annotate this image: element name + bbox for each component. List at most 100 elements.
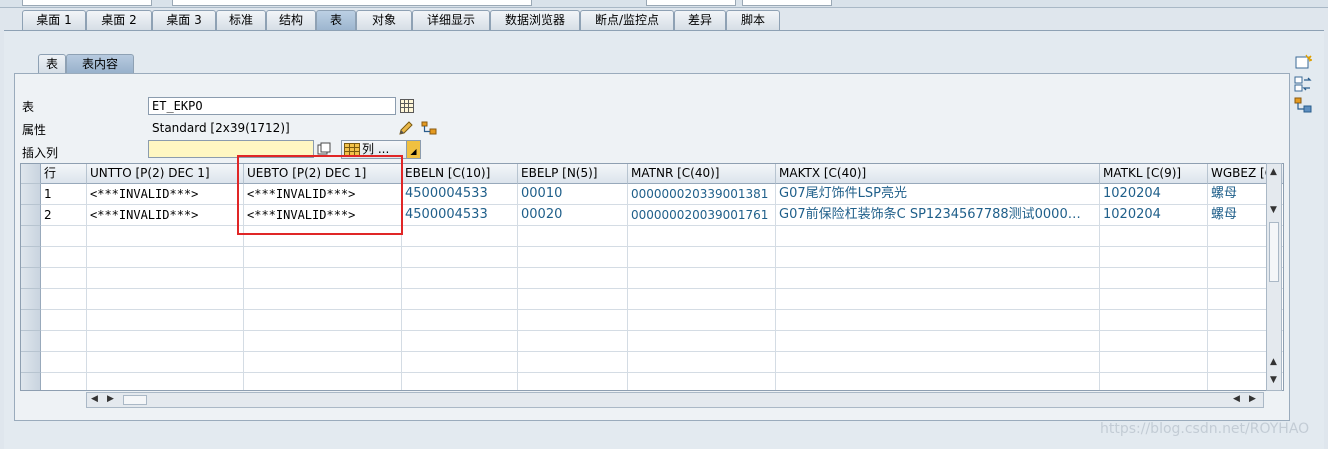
column-header[interactable]: EBELN [C(10)] [402, 164, 518, 184]
table-cell[interactable] [1100, 289, 1208, 310]
table-cell[interactable]: 4500004533 [402, 205, 518, 226]
table-cell[interactable] [244, 310, 402, 331]
table-cell[interactable] [518, 247, 628, 268]
table-cell[interactable] [776, 268, 1100, 289]
table-cell[interactable] [244, 247, 402, 268]
table-cell[interactable] [628, 268, 776, 289]
table-cell[interactable]: 000000020339001381 [628, 184, 776, 205]
table-cell[interactable] [628, 373, 776, 390]
table-cell[interactable] [41, 331, 87, 352]
table-cell[interactable] [518, 352, 628, 373]
tab-structure[interactable]: 结构 [266, 10, 316, 30]
vertical-scroll-thumb[interactable] [1269, 222, 1279, 282]
row-selector[interactable] [21, 268, 41, 289]
tab-desktop-2[interactable]: 桌面 2 [86, 10, 152, 30]
table-cell[interactable] [41, 226, 87, 247]
table-cell[interactable] [518, 310, 628, 331]
table-cell[interactable] [518, 373, 628, 390]
table-cell[interactable] [402, 331, 518, 352]
table-cell[interactable] [518, 331, 628, 352]
table-cell[interactable] [776, 352, 1100, 373]
table-cell[interactable]: <***INVALID***> [87, 205, 244, 226]
table-cell[interactable] [628, 310, 776, 331]
page-right-icon[interactable]: ▶ [1249, 394, 1256, 404]
table-cell[interactable] [776, 289, 1100, 310]
table-cell[interactable] [1100, 226, 1208, 247]
table-cell[interactable] [402, 268, 518, 289]
table-cell[interactable] [402, 247, 518, 268]
tab-desktop-1[interactable]: 桌面 1 [22, 10, 86, 30]
table-cell[interactable] [518, 226, 628, 247]
subtab-table-content[interactable]: 表内容 [66, 54, 134, 73]
table-cell[interactable]: 1020204 [1100, 205, 1208, 226]
table-cell[interactable] [518, 268, 628, 289]
tab-data-browser[interactable]: 数据浏览器 [490, 10, 580, 30]
table-cell[interactable] [628, 352, 776, 373]
table-cell[interactable]: 00010 [518, 184, 628, 205]
table-cell[interactable] [87, 247, 244, 268]
table-cell[interactable]: 2 [41, 205, 87, 226]
edit-icon[interactable] [398, 120, 414, 136]
table-cell[interactable] [87, 373, 244, 390]
hierarchy-icon[interactable] [1294, 97, 1312, 113]
table-cell[interactable] [628, 226, 776, 247]
table-cell[interactable] [776, 226, 1100, 247]
table-cell[interactable]: G07前保险杠装饰条C SP1234567788测试0000… [776, 205, 1100, 226]
tab-detail-display[interactable]: 详细显示 [412, 10, 490, 30]
row-selector[interactable] [21, 352, 41, 373]
column-header[interactable]: UNTTO [P(2) DEC 1] [87, 164, 244, 184]
column-header[interactable]: MATKL [C(9)] [1100, 164, 1208, 184]
table-cell[interactable] [1100, 310, 1208, 331]
page-left-icon[interactable]: ◀ [1233, 394, 1240, 404]
column-header[interactable]: EBELP [N(5)] [518, 164, 628, 184]
table-cell[interactable] [402, 373, 518, 390]
tab-object[interactable]: 对象 [356, 10, 412, 30]
row-selector[interactable] [21, 226, 41, 247]
dropdown-arrow-icon[interactable]: ◢ [406, 141, 420, 158]
table-cell[interactable] [87, 310, 244, 331]
row-selector[interactable] [21, 310, 41, 331]
table-cell[interactable]: 1020204 [1100, 184, 1208, 205]
page-up-icon[interactable]: ▲ [1270, 358, 1277, 367]
table-cell[interactable] [628, 247, 776, 268]
tab-standard[interactable]: 标准 [216, 10, 266, 30]
table-cell[interactable] [518, 289, 628, 310]
table-cell[interactable] [1100, 331, 1208, 352]
row-selector[interactable] [21, 205, 41, 226]
table-cell[interactable]: G07尾灯饰件LSP亮光 [776, 184, 1100, 205]
table-cell[interactable] [776, 247, 1100, 268]
table-cell[interactable] [1100, 352, 1208, 373]
table-cell[interactable] [244, 268, 402, 289]
table-cell[interactable] [41, 268, 87, 289]
table-cell[interactable] [402, 352, 518, 373]
top-field-4[interactable] [742, 0, 832, 6]
select-all-corner[interactable] [21, 164, 41, 184]
scroll-down-icon[interactable]: ▼ [1270, 206, 1277, 215]
table-cell[interactable] [244, 352, 402, 373]
table-cell[interactable] [402, 310, 518, 331]
top-field-1[interactable] [22, 0, 152, 6]
top-field-2[interactable] [172, 0, 532, 6]
table-cell[interactable] [87, 268, 244, 289]
swap-icon[interactable] [1294, 76, 1312, 92]
row-selector[interactable] [21, 184, 41, 205]
column-header[interactable]: MATNR [C(40)] [628, 164, 776, 184]
table-cell[interactable]: 1 [41, 184, 87, 205]
table-cell[interactable]: 4500004533 [402, 184, 518, 205]
table-cell[interactable] [41, 352, 87, 373]
table-cell[interactable] [41, 310, 87, 331]
table-name-field[interactable]: ET_EKPO [148, 97, 396, 115]
row-selector[interactable] [21, 247, 41, 268]
table-cell[interactable] [1100, 373, 1208, 390]
row-selector[interactable] [21, 331, 41, 352]
tab-diff[interactable]: 差异 [674, 10, 726, 30]
table-cell[interactable] [41, 289, 87, 310]
page-down-icon[interactable]: ▼ [1270, 376, 1277, 385]
table-cell[interactable] [41, 247, 87, 268]
tree-icon[interactable] [421, 120, 437, 136]
scroll-up-icon[interactable]: ▲ [1270, 168, 1277, 177]
top-field-3[interactable] [646, 0, 736, 6]
horizontal-scroll-thumb[interactable] [123, 395, 147, 405]
table-cell[interactable] [402, 226, 518, 247]
new-session-icon[interactable] [1294, 54, 1312, 70]
